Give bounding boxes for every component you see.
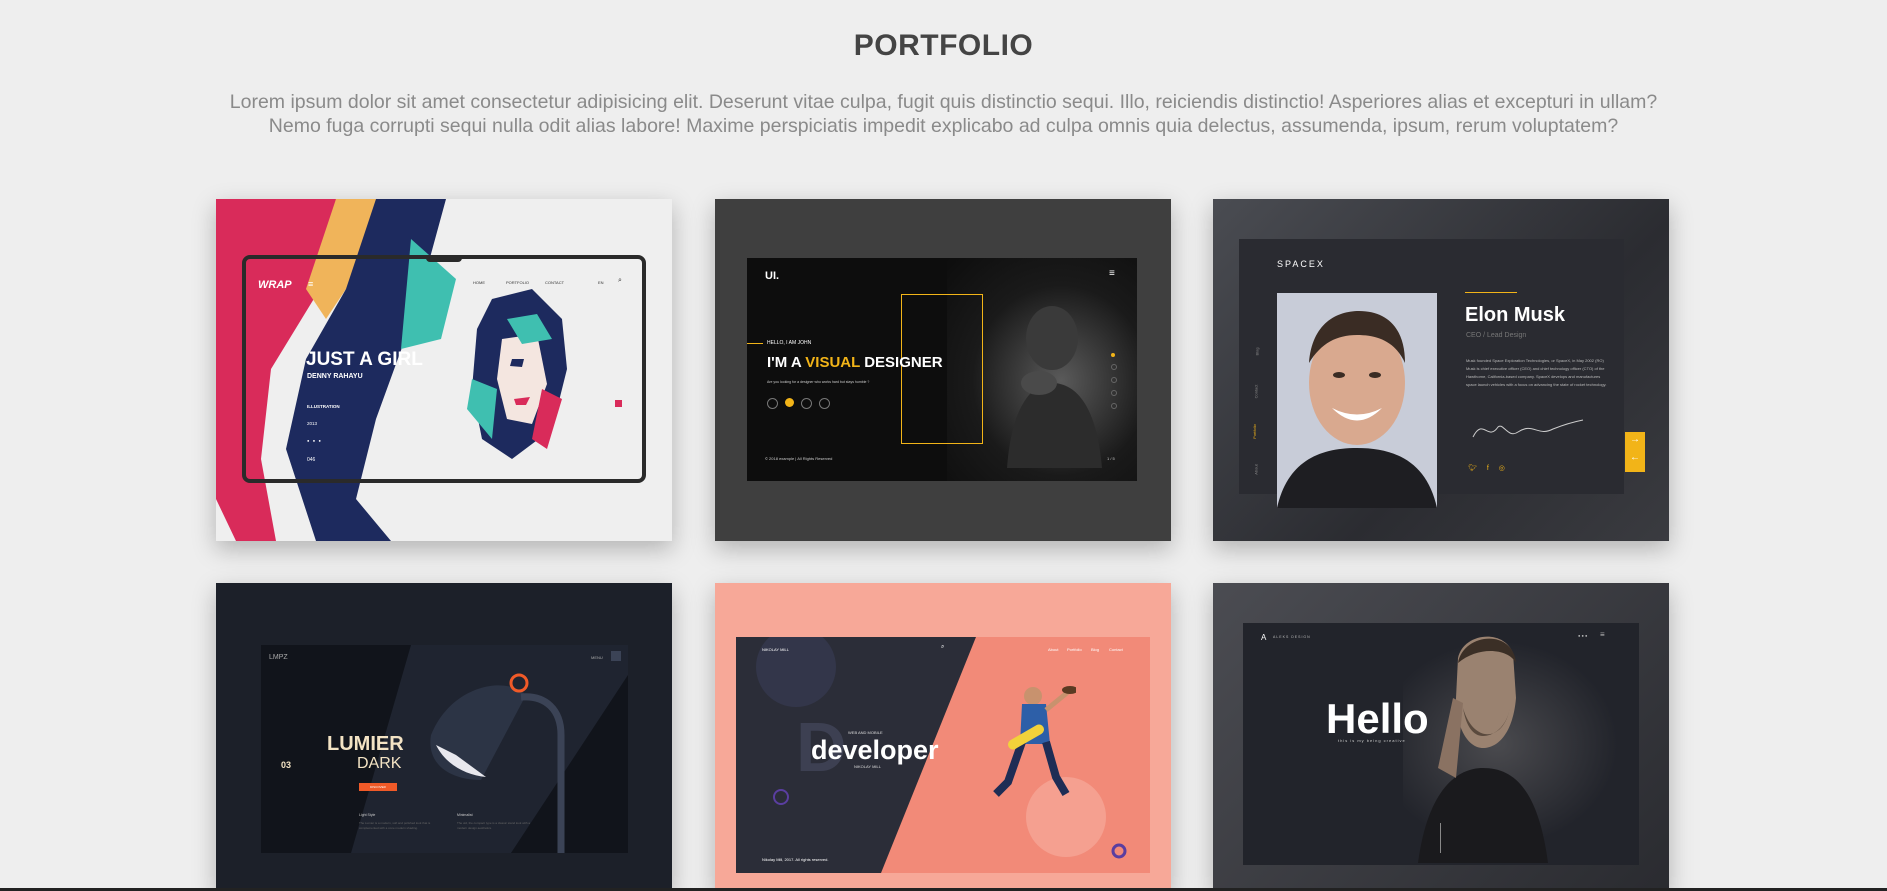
menu-icon[interactable]: ≡ [1600, 630, 1605, 639]
nav-portfolio[interactable]: Portfolio [1067, 647, 1082, 652]
social-icons[interactable]: ● ● ● [307, 438, 321, 443]
site-logo: LMPZ [269, 654, 288, 661]
girl-portrait-illustration [467, 289, 567, 459]
slide-dot[interactable] [1111, 403, 1117, 409]
search-icon[interactable]: ⌕ [618, 277, 622, 285]
section-intro: Lorem ipsum dolor sit amet consectetur a… [200, 90, 1687, 138]
card-count: 046 [307, 457, 316, 463]
side-nav-item[interactable]: Portfolio [1252, 424, 1257, 439]
card-category: ILLUSTRATION [307, 404, 340, 409]
kicker-line [747, 343, 763, 344]
scroll-indicator[interactable] [1440, 823, 1441, 853]
col1-text: The Lumier is a modern, soft and polishe… [359, 821, 431, 830]
slide-dots [1111, 353, 1117, 409]
menu-icon[interactable] [611, 651, 621, 661]
section-title: PORTFOLIO [853, 29, 1034, 62]
side-nav-item[interactable]: About [1254, 464, 1259, 474]
social-icons[interactable]: ● ● ● [1578, 633, 1587, 638]
site-logo: SPACEX [1277, 259, 1325, 269]
slide-dot[interactable] [1111, 377, 1117, 383]
nav-home[interactable]: HOME [473, 280, 485, 285]
jumping-man-photo [993, 686, 1076, 797]
search-icon[interactable]: ⌕ [941, 644, 944, 651]
card-headline: Hello [1326, 695, 1429, 742]
discover-button[interactable]: DISCOVER [359, 783, 397, 791]
hamburger-icon[interactable]: ≡ [308, 279, 313, 289]
side-nav-item[interactable]: Blog [1255, 347, 1260, 355]
nav-contact[interactable]: CONTACT [545, 280, 564, 285]
card-headline: LUMIER [327, 733, 404, 755]
slide-index: 03 [281, 760, 292, 770]
portfolio-card-elon[interactable]: SPACEX Elon Musk CEO / Lead Design Musk … [1213, 199, 1669, 541]
portfolio-card-visual-designer[interactable]: UI. ≡ HELLO, I AM JOHN I'M A VISUAL DESI… [715, 199, 1171, 541]
social-button[interactable] [801, 398, 812, 409]
social-buttons [767, 398, 830, 409]
portfolio-card-lumier[interactable]: LMPZ MENU LUMIER DARK 03 DISCOVER Light … [216, 583, 672, 891]
site-logo-mark: A [1261, 633, 1267, 642]
social-button[interactable] [785, 398, 794, 407]
portrait-photo [1277, 293, 1437, 508]
headline-post: DESIGNER [860, 354, 943, 371]
card-tagline: this is my being creative [1338, 738, 1406, 743]
footer-text: Nikolay Mill, 2017. All rights reserved. [762, 857, 829, 862]
menu-label[interactable]: MENU [591, 655, 603, 660]
person-role: CEO / Lead Design [1466, 332, 1527, 339]
nav-about[interactable]: About [1048, 647, 1058, 652]
slide-dot[interactable] [1111, 390, 1117, 396]
col1-title: Light Style [359, 813, 376, 817]
social-button[interactable] [819, 398, 830, 409]
slide-dot[interactable] [1111, 353, 1115, 357]
card-headline: developer [811, 735, 939, 765]
pager: 1 / 5 [1107, 456, 1115, 461]
nav-lang[interactable]: EN [598, 280, 604, 285]
site-preview: NIKOLAY MILL ⌕ About Portfolio Blog Cont… [736, 637, 1150, 873]
kicker: HELLO, I AM JOHN [767, 340, 812, 346]
developer-name: NIKOLAY MILL [854, 764, 881, 769]
site-preview: LMPZ MENU LUMIER DARK 03 DISCOVER Light … [261, 645, 628, 853]
nav-portfolio[interactable]: PORTFOLIO [506, 280, 529, 285]
col2-text: The old, the compact type is a classic s… [457, 821, 531, 830]
tagline: Are you looking for a designer who works… [767, 380, 870, 384]
headline-accent: VISUAL [805, 354, 861, 371]
person-name: Elon Musk [1465, 304, 1566, 326]
portfolio-card-girl[interactable]: WRAP ≡ HOME PORTFOLIO CONTACT EN ⌕ JUST … [216, 199, 672, 541]
card-subtitle: DENNY RAHAYU [307, 373, 363, 380]
next-arrow-icon[interactable]: → [1630, 434, 1640, 445]
intro-line: Nemo fuga corrupti sequi nulla odit alia… [268, 115, 1619, 137]
side-nav-item[interactable]: Contact [1253, 385, 1258, 399]
footer-text: © 2018 example | All Rights Reserved [765, 456, 833, 461]
person-bio: Musk founded Space Exploration Technolog… [1466, 358, 1607, 387]
headline-pre: I'M A [767, 354, 806, 371]
arrow-buttons: → ← [1625, 432, 1645, 472]
site-brand: NIKOLAY MILL [762, 647, 789, 652]
nav-blog[interactable]: Blog [1091, 647, 1099, 652]
menu-icon[interactable]: ≡ [1109, 268, 1115, 279]
site-preview: UI. ≡ HELLO, I AM JOHN I'M A VISUAL DESI… [747, 258, 1137, 481]
card-subheadline: DARK [357, 755, 402, 772]
name-accent-line [1465, 292, 1517, 293]
portfolio-card-developer[interactable]: NIKOLAY MILL ⌕ About Portfolio Blog Cont… [715, 583, 1171, 891]
laptop-notch [426, 256, 462, 262]
signature [1472, 419, 1584, 438]
site-preview: A ALEKS DESIGN ● ● ● ≡ Hello this is my … [1243, 623, 1639, 865]
card-headline: JUST A GIRL [306, 349, 423, 370]
laptop-frame [242, 255, 646, 483]
man-silhouette [1007, 306, 1102, 468]
man-portrait [1418, 636, 1548, 863]
site-brand: ALEKS DESIGN [1273, 635, 1311, 639]
site-logo: WRAP [258, 279, 292, 291]
intro-line: Lorem ipsum dolor sit amet consectetur a… [229, 91, 1658, 113]
portfolio-card-hello[interactable]: A ALEKS DESIGN ● ● ● ≡ Hello this is my … [1213, 583, 1669, 891]
slide-dot[interactable] [1111, 364, 1117, 370]
social-button[interactable] [767, 398, 778, 409]
social-icons[interactable]: 🐦︎ f ◎ [1468, 464, 1509, 472]
next-button[interactable] [615, 400, 622, 407]
prev-arrow-icon[interactable]: ← [1630, 452, 1640, 463]
card-headline: I'M A VISUAL DESIGNER [767, 354, 943, 371]
elon-portrait [1277, 311, 1437, 508]
site-logo: UI. [765, 270, 780, 282]
card-year: 2013 [307, 421, 318, 426]
col2-title: Minimalist [457, 813, 473, 817]
nav-contact[interactable]: Contact [1109, 647, 1123, 652]
